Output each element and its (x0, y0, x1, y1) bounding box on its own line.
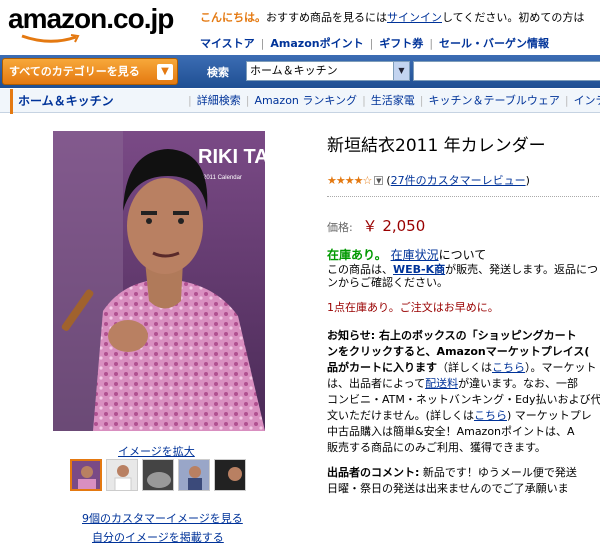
thumbnail-4[interactable] (178, 459, 210, 491)
amazon-logo[interactable]: amazon.co.jp (8, 3, 174, 48)
stock-after-text: について (438, 248, 487, 262)
top-link-sale[interactable]: セール・バーゲン情報 (439, 37, 549, 50)
seller-comment: 出品者のコメント: 新品です！ゆうメール便で発送 日曜・祭日の発送は出来ませんの… (327, 465, 600, 497)
smile-arrow-icon (21, 34, 80, 43)
notice-line-5: コンビニ・ATM・ネットバンキング・Edy払いおよび代 (327, 393, 600, 406)
top-links: マイストア | Amazonポイント | ギフト券 | セール・バーゲン情報 (200, 37, 550, 50)
stock-status-link[interactable]: 在庫状況 (391, 248, 439, 262)
notice-line-4b: が違います。なお、一部 (458, 377, 579, 390)
notice-line-6a: 文いただけません。(詳しくは (327, 409, 474, 422)
notice-line-3: 品がカートに入ります (327, 361, 437, 374)
thumbnail-3[interactable] (142, 459, 174, 491)
greeting: こんにちは。おすすめ商品を見るにはサインインしてください。初めての方は (200, 9, 584, 25)
notice-line-7: 中古品購入は簡単&安全！Amazonポイントは、A (327, 425, 575, 438)
cover-subtitle: 2011 Calendar (203, 175, 242, 181)
seller-comment-line-1: 新品です！ゆうメール便で発送 (422, 466, 577, 479)
price-label: 価格: (327, 221, 353, 234)
subnav-item-ranking[interactable]: Amazon ランキング (249, 94, 362, 107)
review-count-link[interactable]: 27件のカスタマーレビュー (391, 172, 526, 188)
shipping-fee-link[interactable]: 配送料 (425, 377, 458, 390)
notice-block: お知らせ: 右上のボックスの「ショッピングカート ンをクリックすると、Amazo… (327, 328, 600, 456)
divider (327, 196, 600, 197)
dropdown-arrow-icon: ▼ (393, 62, 409, 80)
subnav-item-kitchen[interactable]: キッチン＆テーブルウェア (424, 94, 565, 107)
seller-comment-line-2: 日曜・祭日の発送は出来ませんのでご了承願いま (327, 482, 569, 495)
search-label: 検索 (207, 66, 229, 79)
details-link-1[interactable]: こちら (492, 361, 525, 374)
search-category-value: ホーム＆キッチン (250, 64, 338, 77)
seller-comment-label: 出品者のコメント: (327, 466, 420, 479)
customer-images-link[interactable]: 9個のカスタマーイメージを見る (82, 510, 243, 526)
product-image[interactable]: RIKI TAKEUCHI 2011 Calendar (53, 131, 265, 431)
notice-line-2: ンをクリックすると、Amazonマーケットプレイス( (327, 345, 590, 358)
details-link-2[interactable]: こちら (474, 409, 507, 422)
cover-title: RIKI TAKEUCHI (198, 146, 265, 168)
search-input[interactable] (413, 61, 600, 81)
notice-line-4a: は、出品者によって (327, 377, 426, 390)
logo-text: amazon.co.jp (8, 3, 174, 34)
thumbnail-5[interactable] (214, 459, 246, 491)
greeting-text-a: おすすめ商品を見るには (266, 11, 387, 24)
top-link-giftcard[interactable]: ギフト券 (379, 37, 423, 50)
subnav-item-interior[interactable]: インテリ (569, 94, 600, 107)
rating-row: ★★★★☆ ▼ (27件のカスタマーレビュー) (327, 172, 530, 188)
calendar-cover-image: RIKI TAKEUCHI 2011 Calendar (53, 131, 265, 431)
store-subnav: ホーム＆キッチン | 詳細検索 | Amazon ランキング | 生活家電 | キッチン＆テー… (0, 88, 600, 114)
signin-link[interactable]: サインイン (387, 11, 442, 24)
notice-line-3a: （詳しくは (437, 361, 492, 374)
top-link-mystore[interactable]: マイストア (200, 37, 255, 50)
upload-image-link[interactable]: 自分のイメージを掲載する (92, 529, 224, 545)
thumbnail-2[interactable] (106, 459, 138, 491)
rating-dropdown-icon[interactable]: ▼ (374, 175, 384, 185)
top-link-points[interactable]: Amazonポイント (270, 37, 363, 50)
ship-text-b: が販売、発送します。返品につ (445, 263, 599, 276)
subnav-items: |詳細検索|Amazon ランキング|生活家電|キッチン＆テーブルウェア|インテ… (188, 89, 600, 114)
product-title: 新垣結衣2011 年カレンダー (327, 136, 546, 156)
store-name[interactable]: ホーム＆キッチン (10, 89, 114, 114)
in-stock-label: 在庫あり。 (327, 248, 387, 262)
greeting-text-b: してください。初めての方は (442, 11, 585, 24)
notice-line-1: お知らせ: 右上のボックスの「ショッピングカート (327, 329, 577, 342)
price-value: ￥ 2,050 (362, 217, 426, 235)
chevron-down-icon: ▼ (157, 64, 173, 80)
notice-line-3b: ）。マーケット (525, 361, 597, 374)
subnav-item-appliances[interactable]: 生活家電 (366, 94, 420, 107)
subnav-item-advanced-search[interactable]: 詳細検索 (192, 94, 246, 107)
price-row: 価格: ￥ 2,050 (327, 215, 425, 236)
notice-line-6b: ) マーケットプレ (506, 409, 592, 422)
stock-remaining: 1点在庫あり。ご注文はお早めに。 (327, 301, 499, 314)
search-bar: すべてのカテゴリーを見る ▼ 検索 ホーム＆キッチン ▼ (0, 55, 600, 88)
thumbnail-1[interactable] (70, 459, 102, 491)
search-category-select[interactable]: ホーム＆キッチン ▼ (246, 61, 410, 81)
enlarge-image-link[interactable]: イメージを拡大 (118, 443, 195, 459)
star-rating-icon: ★★★★☆ (327, 173, 372, 187)
ship-text-c: ンからご確認ください。 (327, 276, 448, 289)
all-categories-label: すべてのカテゴリーを見る (9, 65, 140, 78)
greeting-hi: こんにちは。 (200, 11, 266, 24)
notice-line-8: 販売する商品にのみご利用、獲得できます。 (327, 441, 546, 454)
all-categories-button[interactable]: すべてのカテゴリーを見る ▼ (2, 58, 178, 85)
thumbnail-strip (70, 459, 246, 491)
